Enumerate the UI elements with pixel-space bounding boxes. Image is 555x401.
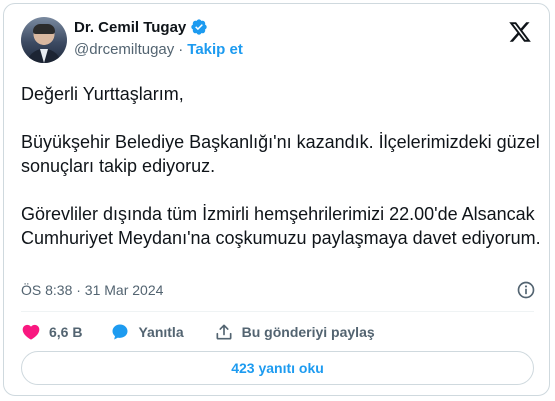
upload-share-icon	[216, 324, 232, 340]
follow-button[interactable]: Takip et	[187, 41, 243, 58]
share-button[interactable]: Bu gönderiyi paylaş	[214, 322, 375, 342]
author-name-row: Dr. Cemil Tugay	[74, 18, 208, 36]
tweet-actions: 6,6 B Yanıtla Bu gönderiyi paylaş	[21, 322, 375, 342]
author-handle-row: @drcemiltugay · Takip et	[74, 41, 243, 58]
reply-label: Yanıtla	[138, 324, 184, 340]
tweet-timestamp[interactable]: ÖS 8:38 · 31 Mar 2024	[21, 282, 163, 298]
author-name[interactable]: Dr. Cemil Tugay	[74, 19, 186, 36]
heart-icon	[22, 324, 40, 340]
author-handle[interactable]: @drcemiltugay	[74, 41, 174, 58]
like-button[interactable]: 6,6 B	[21, 322, 82, 342]
verified-badge-icon	[191, 19, 207, 35]
tweet-paragraph: Görevliler dışında tüm İzmirli hemşehril…	[21, 204, 541, 248]
like-count: 6,6 B	[49, 324, 83, 340]
tweet-paragraph: Büyükşehir Belediye Başkanlığı'nı kazand…	[21, 132, 540, 176]
share-label: Bu gönderiyi paylaş	[241, 324, 375, 340]
reply-button[interactable]: Yanıtla	[110, 322, 184, 342]
divider	[21, 311, 534, 312]
speech-bubble-icon	[112, 324, 128, 340]
info-icon[interactable]	[516, 280, 536, 300]
separator-dot: ·	[178, 41, 184, 58]
author-avatar[interactable]	[21, 17, 67, 63]
read-replies-button[interactable]: 423 yanıtı oku	[21, 351, 534, 385]
x-logo-icon[interactable]	[508, 20, 532, 44]
tweet-text: Değerli Yurttaşlarım, Büyükşehir Belediy…	[21, 82, 541, 274]
tweet-paragraph: Değerli Yurttaşlarım,	[21, 84, 184, 104]
tweet-card: Dr. Cemil Tugay @drcemiltugay · Takip et…	[3, 3, 550, 396]
